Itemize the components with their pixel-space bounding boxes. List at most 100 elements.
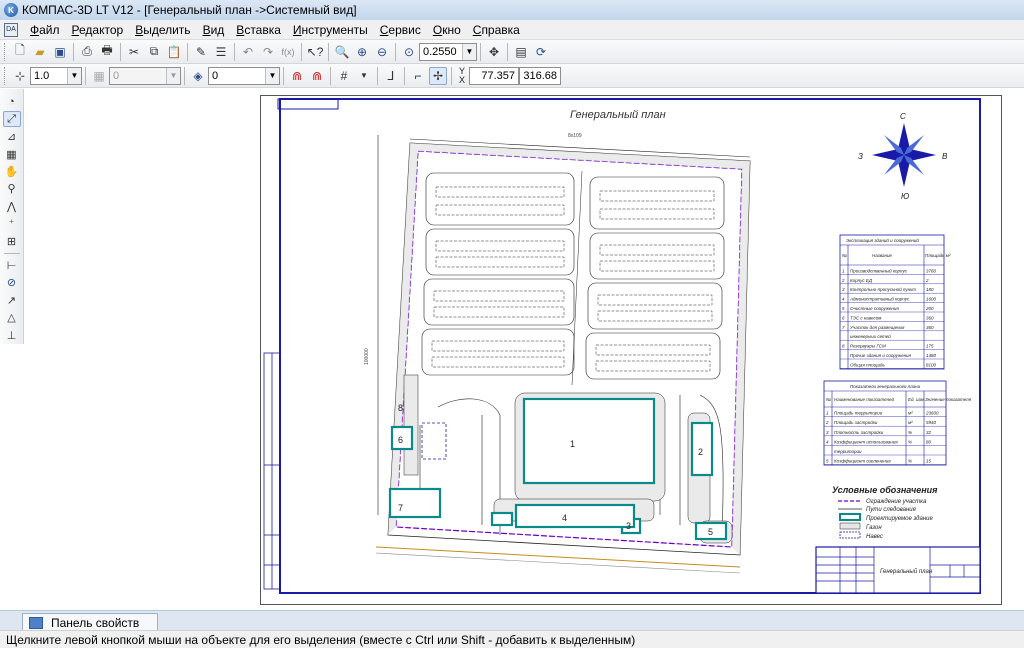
layer-combo[interactable]: 0 ▼ (208, 66, 280, 85)
indicators-header-unit: Ед. изм. (908, 397, 925, 402)
toolbar-separator (184, 66, 185, 85)
toolbar-separator (73, 42, 74, 61)
document-icon[interactable]: DA (4, 22, 18, 37)
toolbar-grip[interactable] (4, 42, 7, 61)
circle-dim-icon[interactable]: ⊘ (3, 275, 21, 290)
cursor-step-icon[interactable]: ⊹ (11, 67, 29, 85)
step-combo[interactable]: 1.0 ▼ (30, 66, 82, 85)
status-bar: Щелкните левой кнопкой мыши на объекте д… (0, 630, 1024, 648)
y-coord-field[interactable]: 316.68 (519, 66, 561, 85)
reports-icon[interactable]: ⊞ (3, 234, 21, 249)
drawing-title: Генеральный план (570, 109, 666, 121)
menu-window[interactable]: Окно (427, 20, 467, 40)
drawing-canvas[interactable]: Генеральный план 8x109 100000 1 2 3 4 5 … (24, 89, 1024, 610)
parametrization-icon[interactable]: ✋ (3, 164, 21, 179)
x-coord-field[interactable]: 77.357 (469, 66, 519, 85)
toolbar-separator (404, 66, 405, 85)
building-6-label: 6 (398, 435, 403, 445)
zoom-out-icon[interactable]: ⊖ (373, 43, 391, 61)
help-pointer-icon[interactable]: ↖? (306, 43, 324, 61)
menu-service[interactable]: Сервис (374, 20, 427, 40)
local-snap-icon[interactable]: ⋒ (308, 67, 326, 85)
zoom-combo[interactable]: 0.2550 ▼ (419, 42, 477, 61)
linear-dim-icon[interactable]: ⊢ (3, 258, 21, 273)
table-cell: 2 (841, 278, 845, 283)
compass-south: Ю (901, 192, 909, 201)
table-cell: Площадь застройки (834, 419, 878, 425)
measure-icon[interactable]: ⚲ (3, 181, 21, 196)
formula-icon[interactable]: f(x) (279, 43, 297, 61)
chevron-down-icon[interactable]: ▼ (166, 67, 180, 84)
grid-icon[interactable]: # (335, 67, 353, 85)
rounding-icon[interactable]: ✢ (429, 66, 447, 85)
toolbar-separator (328, 42, 329, 61)
table-cell: 1480 (926, 353, 937, 358)
angle-dim-icon[interactable]: △ (3, 310, 21, 325)
toolbar-separator (187, 42, 188, 61)
zoom-in-icon[interactable]: ⊕ (353, 43, 371, 61)
layer-value: 0 (212, 69, 219, 82)
layer-state-icon[interactable]: ▦ (90, 67, 108, 85)
grid-dropdown-icon[interactable]: ▼ (355, 67, 373, 85)
print-preview-icon[interactable]: ⎙ (78, 43, 96, 61)
standard-toolbar: 🗋 ▰ ▣ ⎙ 🖶 ✂ ⧉ 📋 ✎ ☰ ↶ ↷ f(x) ↖? 🔍 ⊕ ⊖ ⊙ … (0, 40, 1024, 64)
edit-icon[interactable]: ⤢ (2, 111, 21, 127)
menu-file[interactable]: Файл (24, 20, 66, 40)
panel-icon (29, 616, 43, 629)
legend-title: Условные обозначения (832, 485, 938, 495)
select-icon[interactable]: ⋀ (3, 199, 21, 214)
regenerate-icon[interactable]: ⟳ (532, 43, 550, 61)
menu-edit[interactable]: Редактор (66, 20, 130, 40)
current-state-toolbar: ⊹ 1.0 ▼ ▦ 0 ▼ ◈ 0 ▼ ⋒ ⋒ # ▼ ⅃ ⌐ ✢ YX 77.… (0, 64, 1024, 88)
building-2-label: 2 (698, 447, 703, 457)
ortho-icon[interactable]: ⌐ (409, 67, 427, 85)
undo-icon[interactable]: ↶ (239, 43, 257, 61)
table-cell: Общая площадь (850, 362, 885, 367)
copy-icon[interactable]: ⧉ (145, 43, 163, 61)
table-cell: 200 (925, 306, 934, 311)
snap-magnet-icon[interactable]: ⋒ (288, 67, 306, 85)
menu-view[interactable]: Вид (197, 20, 231, 40)
paste-icon[interactable]: 📋 (165, 43, 183, 61)
compact-toolbar: ◔ ⤢ ⊿ ▦ ✋ ⚲ ⋀ ⁺ ⊞ ⊢ ⊘ ↗ △ ⊥ (0, 89, 24, 344)
indicators-header-name: Наименование показателей (834, 396, 895, 402)
designations-icon[interactable]: ▦ (3, 146, 21, 161)
redo-icon[interactable]: ↷ (259, 43, 277, 61)
zoom-window-icon[interactable]: 🔍 (333, 43, 351, 61)
save-icon[interactable]: ▣ (51, 43, 69, 61)
chevron-down-icon[interactable]: ▼ (462, 43, 476, 60)
table-cell: территории (834, 449, 862, 454)
radial-dim-icon[interactable]: ↗ (3, 293, 21, 308)
chevron-down-icon[interactable]: ▼ (265, 67, 279, 84)
zoom-scale-icon[interactable]: ⊙ (400, 43, 418, 61)
spec-icon[interactable]: ⁺ (3, 216, 21, 231)
refresh-view-icon[interactable]: ▤ (512, 43, 530, 61)
table-cell: 1600 (926, 297, 937, 302)
menu-select[interactable]: Выделить (129, 20, 196, 40)
local-cs-icon[interactable]: ⅃ (382, 67, 400, 85)
compass-east: В (942, 152, 948, 161)
format-brush-icon[interactable]: ✎ (192, 43, 210, 61)
open-icon[interactable]: ▰ (31, 43, 49, 61)
pan-icon[interactable]: ✥ (485, 43, 503, 61)
toolbar-grip[interactable] (4, 66, 7, 85)
dimensions-icon[interactable]: ⊿ (3, 129, 21, 144)
menu-help[interactable]: Справка (467, 20, 526, 40)
building-4 (514, 503, 636, 529)
menu-tools[interactable]: Инструменты (287, 20, 374, 40)
layers-icon[interactable]: ◈ (189, 67, 207, 85)
geometry-icon[interactable]: ◔ (3, 94, 21, 109)
drawing-sheet: Генеральный план 8x109 100000 1 2 3 4 5 … (260, 95, 1002, 605)
compass-north: С (900, 112, 906, 121)
properties-panel-tab[interactable]: Панель свойств (22, 613, 159, 631)
explication-header-name: Название (872, 253, 892, 258)
cut-icon[interactable]: ✂ (125, 43, 143, 61)
new-document-icon[interactable]: 🗋 (11, 43, 29, 61)
step-value: 1.0 (34, 69, 50, 82)
roughness-icon[interactable]: ⊥ (3, 328, 21, 343)
layer-number-combo[interactable]: 0 ▼ (109, 66, 181, 85)
chevron-down-icon[interactable]: ▼ (67, 67, 81, 84)
properties-icon[interactable]: ☰ (212, 43, 230, 61)
menu-insert[interactable]: Вставка (230, 20, 287, 40)
print-icon[interactable]: 🖶 (98, 43, 116, 61)
